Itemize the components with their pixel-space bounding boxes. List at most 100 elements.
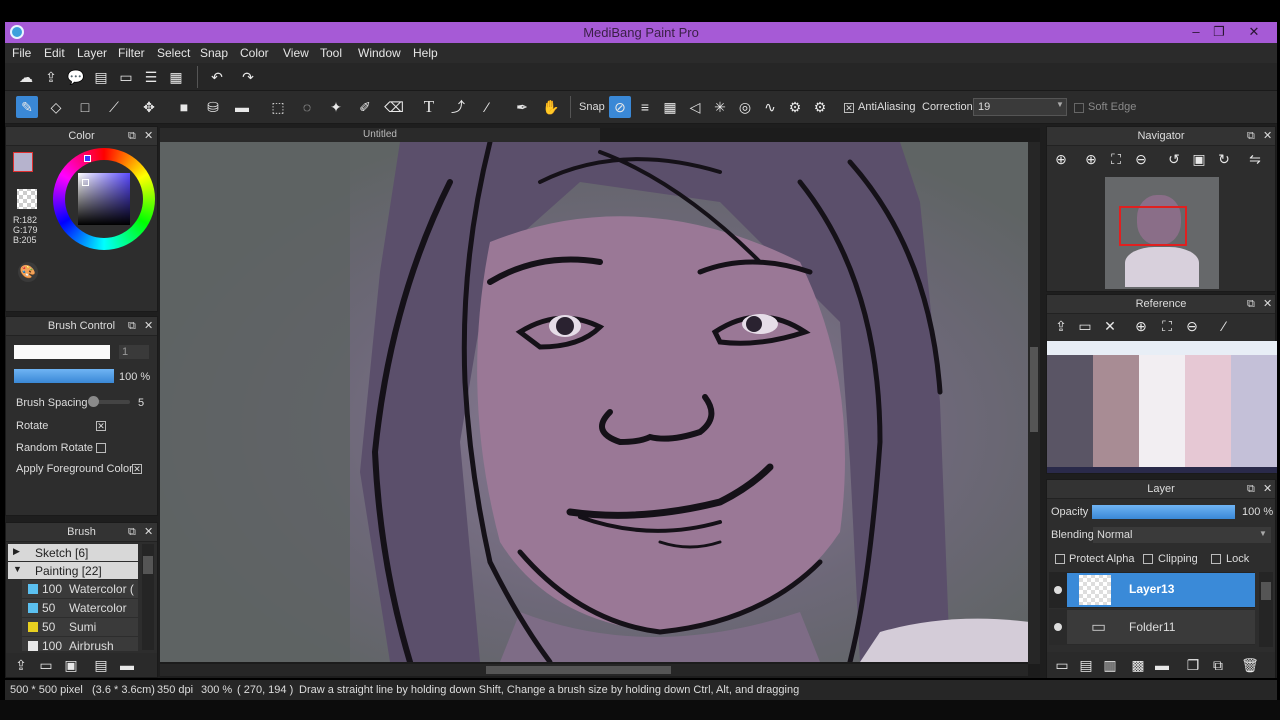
new-halftone-layer-icon[interactable]: ▤ xyxy=(1075,654,1097,676)
menu-tool[interactable]: Tool xyxy=(320,46,342,60)
brush-size-field[interactable]: 1 xyxy=(119,345,149,359)
lock-checkbox[interactable] xyxy=(1211,554,1221,564)
snap-grid-icon[interactable]: ▦ xyxy=(659,96,681,118)
menu-filter[interactable]: Filter xyxy=(118,46,145,60)
fit-screen-icon[interactable]: ⛶ xyxy=(1105,148,1127,170)
brush-spacing-handle[interactable] xyxy=(88,396,99,407)
undo-icon[interactable]: ↶ xyxy=(206,66,228,88)
undock-icon[interactable]: ⧉ xyxy=(128,127,136,146)
new-folder-icon[interactable]: ▬ xyxy=(1151,654,1173,676)
new-pattern-layer-icon[interactable]: ▩ xyxy=(1127,654,1149,676)
cloud-upload-icon[interactable]: ⇪ xyxy=(1050,315,1072,337)
panel-close-icon[interactable]: ✕ xyxy=(144,317,153,336)
rectangle-tool-icon[interactable]: □ xyxy=(74,96,96,118)
snap-settings-icon[interactable]: ⚙ xyxy=(784,96,806,118)
magic-wand-icon[interactable]: ✦ xyxy=(325,96,347,118)
snap-circle-icon[interactable]: ◎ xyxy=(734,96,756,118)
snap-options-icon[interactable]: ⚙ xyxy=(809,96,831,118)
soft-edge-checkbox[interactable] xyxy=(1074,103,1084,113)
lasso-select-icon[interactable]: ◌ xyxy=(296,96,318,118)
snap-radial-icon[interactable]: ✳ xyxy=(709,96,731,118)
canvas-horizontal-scrollbar[interactable] xyxy=(160,664,1028,676)
undock-icon[interactable]: ⧉ xyxy=(1247,127,1255,146)
clipping-checkbox[interactable] xyxy=(1143,554,1153,564)
operation-tool-icon[interactable]: ⤴ xyxy=(447,96,469,118)
snap-perspective-icon[interactable]: ◁ xyxy=(684,96,706,118)
grid-icon[interactable]: ▦ xyxy=(165,66,187,88)
new-brush-icon[interactable]: ▭ xyxy=(35,654,57,676)
rotate-checkbox[interactable]: ✕ xyxy=(96,421,106,431)
dot-tool-icon[interactable]: ⟋ xyxy=(103,96,125,118)
zoom-out-icon[interactable]: ⊖ xyxy=(1130,148,1152,170)
hand-tool-icon[interactable]: ✋ xyxy=(540,96,562,118)
artwork[interactable] xyxy=(160,142,1030,662)
actual-size-icon[interactable]: ▣ xyxy=(1188,148,1210,170)
reference-eyedropper-icon[interactable]: ⁄ xyxy=(1213,315,1235,337)
move-tool-icon[interactable]: ✥ xyxy=(138,96,160,118)
panel-close-icon[interactable]: ✕ xyxy=(144,523,153,542)
scrollbar-thumb[interactable] xyxy=(1261,582,1271,600)
menu-layer[interactable]: Layer xyxy=(77,46,107,60)
duplicate-layer-icon[interactable]: ❐ xyxy=(1182,654,1204,676)
eraser-tool-icon[interactable]: ◇ xyxy=(45,96,67,118)
viewport-indicator[interactable] xyxy=(1119,206,1187,246)
layer-list-scrollbar[interactable] xyxy=(1259,572,1273,647)
open-folder-icon[interactable]: ▭ xyxy=(1074,315,1096,337)
brush-size-bar[interactable] xyxy=(14,345,110,359)
text-tool-icon[interactable]: T xyxy=(418,96,440,118)
reference-zoom-in-icon[interactable]: ⊕ xyxy=(1130,315,1152,337)
menu-snap[interactable]: Snap xyxy=(200,46,228,60)
brush-opacity-bar[interactable] xyxy=(14,369,114,383)
random-rotate-checkbox[interactable] xyxy=(96,443,106,453)
layer-row[interactable]: ▭ Folder11 xyxy=(1049,609,1255,645)
panel-close-icon[interactable]: ✕ xyxy=(1263,295,1272,314)
navigator-preview[interactable] xyxy=(1105,177,1219,289)
select-eraser-icon[interactable]: ⌫ xyxy=(383,96,405,118)
panel-close-icon[interactable]: ✕ xyxy=(1263,127,1272,146)
reference-close-icon[interactable]: ✕ xyxy=(1099,315,1121,337)
brush-group-painting[interactable]: ▼ Painting [22] xyxy=(8,562,138,579)
panel-close-icon[interactable]: ✕ xyxy=(144,127,153,146)
menu-view[interactable]: View xyxy=(283,46,309,60)
bucket-tool-icon[interactable]: ⛁ xyxy=(202,96,224,118)
brush-copy-icon[interactable]: ▤ xyxy=(90,654,112,676)
reference-image[interactable] xyxy=(1047,341,1277,473)
undock-icon[interactable]: ⧉ xyxy=(1247,480,1255,499)
protect-alpha-checkbox[interactable] xyxy=(1055,554,1065,564)
zoom-tool-icon[interactable]: ⊕ xyxy=(1050,148,1072,170)
cloud-icon[interactable]: ☁ xyxy=(15,66,37,88)
undock-icon[interactable]: ⧉ xyxy=(1247,295,1255,314)
brush-settings-icon[interactable]: ▣ xyxy=(60,654,82,676)
brush-item[interactable]: 100 Watercolor ( xyxy=(22,580,138,598)
new-8bit-layer-icon[interactable]: ▥ xyxy=(1099,654,1121,676)
snap-parallel-icon[interactable]: ≡ xyxy=(634,96,656,118)
pen-tool-icon[interactable]: ✒ xyxy=(511,96,533,118)
rect-select-icon[interactable]: ⬚ xyxy=(267,96,289,118)
merge-layer-icon[interactable]: ⧉ xyxy=(1207,654,1229,676)
redo-icon[interactable]: ↷ xyxy=(237,66,259,88)
panel-close-icon[interactable]: ✕ xyxy=(1263,480,1272,499)
zoom-in-icon[interactable]: ⊕ xyxy=(1080,148,1102,170)
menu-help[interactable]: Help xyxy=(413,46,438,60)
reference-zoom-out-icon[interactable]: ⊖ xyxy=(1181,315,1203,337)
menu-select[interactable]: Select xyxy=(157,46,190,60)
correction-dropdown[interactable]: 19 ▼ xyxy=(973,98,1067,116)
blending-dropdown[interactable]: Normal ▼ xyxy=(1093,527,1271,543)
new-layer-icon[interactable]: ▭ xyxy=(1051,654,1073,676)
close-button[interactable]: ✕ xyxy=(1243,23,1265,41)
rotate-left-icon[interactable]: ↺ xyxy=(1163,148,1185,170)
visibility-icon[interactable] xyxy=(1054,586,1062,594)
reference-fit-icon[interactable]: ⛶ xyxy=(1156,315,1178,337)
snap-off-icon[interactable]: ⊘ xyxy=(609,96,631,118)
fill-rect-tool-icon[interactable]: ■ xyxy=(173,96,195,118)
brush-tool-icon[interactable]: ✎ xyxy=(16,96,38,118)
palette-icon[interactable]: 🎨 xyxy=(18,262,38,282)
page-icon[interactable]: ▭ xyxy=(115,66,137,88)
flip-icon[interactable]: ⇋ xyxy=(1244,148,1266,170)
minimize-button[interactable]: – xyxy=(1185,23,1207,41)
menu-window[interactable]: Window xyxy=(358,46,401,60)
scrollbar-thumb[interactable] xyxy=(1030,347,1038,432)
scrollbar-thumb[interactable] xyxy=(143,556,153,574)
gradient-tool-icon[interactable]: ▬ xyxy=(231,96,253,118)
background-color-swatch[interactable] xyxy=(17,189,37,209)
